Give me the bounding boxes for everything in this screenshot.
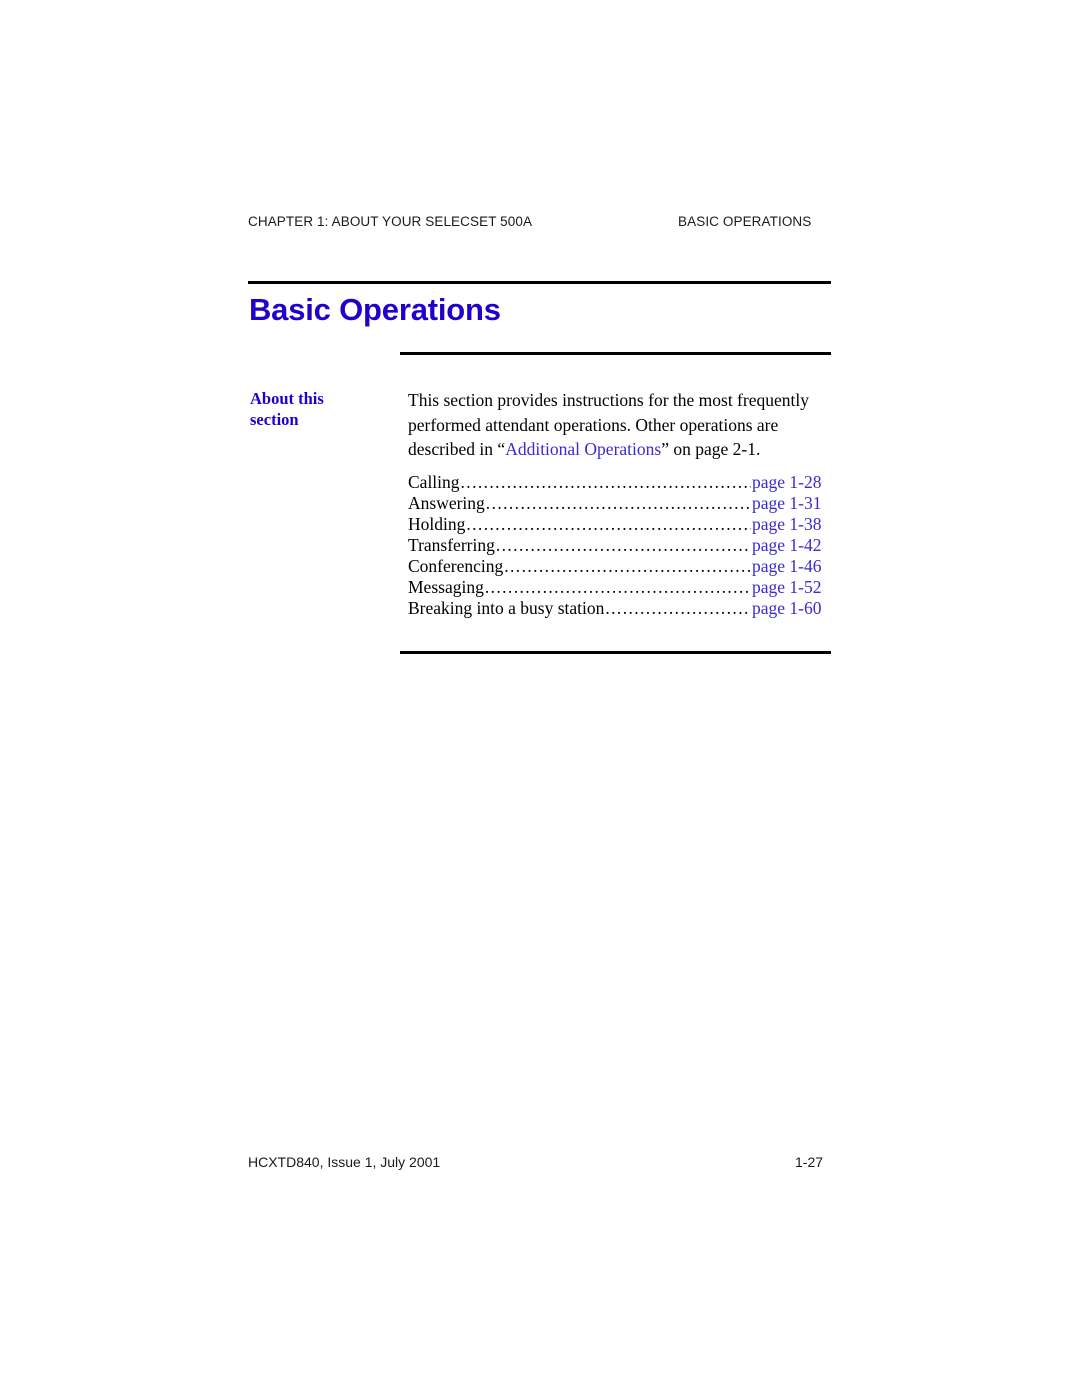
list-item[interactable]: Conferencing page 1-46 <box>408 556 828 577</box>
page-title: Basic Operations <box>249 292 501 327</box>
intro-paragraph: This section provides instructions for t… <box>408 388 833 462</box>
title-top-rule <box>248 281 831 284</box>
section-contents-list: Calling page 1-28 Answering page 1-31 Ho… <box>408 472 828 619</box>
intro-text-after-link: ” on page 2-1. <box>661 439 761 459</box>
side-label-line-1: About this <box>250 389 324 408</box>
toc-entry-label: Breaking into a busy station <box>408 598 605 618</box>
list-item[interactable]: Answering page 1-31 <box>408 493 828 514</box>
content-top-rule <box>400 352 831 355</box>
toc-entry-page[interactable]: page 1-42 <box>752 535 828 556</box>
toc-entry-label: Calling <box>408 472 460 492</box>
toc-entry-page[interactable]: page 1-28 <box>752 472 828 493</box>
toc-dot-leader <box>466 514 751 535</box>
toc-entry-page[interactable]: page 1-60 <box>752 598 828 619</box>
footer-page-number: 1-27 <box>795 1154 824 1170</box>
side-label-about-this-section: About this section <box>250 388 390 430</box>
toc-entry-label: Holding <box>408 514 466 534</box>
side-label-line-2: section <box>250 410 299 429</box>
toc-dot-leader <box>496 535 751 556</box>
toc-entry-label: Messaging <box>408 577 484 597</box>
document-page: CHAPTER 1: ABOUT YOUR SELECSET 500A BASI… <box>0 0 1080 1397</box>
content-bottom-rule <box>400 651 831 654</box>
toc-entry-label: Transferring <box>408 535 495 555</box>
toc-entry-label: Answering <box>408 493 485 513</box>
running-header-section: BASIC OPERATIONS <box>678 214 812 229</box>
running-header-chapter: CHAPTER 1: ABOUT YOUR SELECSET 500A <box>248 214 533 229</box>
footer-document-id: HCXTD840, Issue 1, July 2001 <box>248 1154 441 1170</box>
list-item[interactable]: Calling page 1-28 <box>408 472 828 493</box>
toc-dot-leader <box>504 556 751 577</box>
toc-dot-leader <box>485 577 751 598</box>
running-header: CHAPTER 1: ABOUT YOUR SELECSET 500A BASI… <box>248 214 832 236</box>
list-item[interactable]: Messaging page 1-52 <box>408 577 828 598</box>
list-item[interactable]: Breaking into a busy station page 1-60 <box>408 598 828 619</box>
additional-operations-link[interactable]: Additional Operations <box>505 439 661 459</box>
list-item[interactable]: Transferring page 1-42 <box>408 535 828 556</box>
list-item[interactable]: Holding page 1-38 <box>408 514 828 535</box>
toc-entry-page[interactable]: page 1-31 <box>752 493 828 514</box>
toc-dot-leader <box>486 493 751 514</box>
toc-entry-page[interactable]: page 1-46 <box>752 556 828 577</box>
toc-entry-label: Conferencing <box>408 556 504 576</box>
toc-entry-page[interactable]: page 1-52 <box>752 577 828 598</box>
toc-entry-page[interactable]: page 1-38 <box>752 514 828 535</box>
page-footer: HCXTD840, Issue 1, July 2001 1-27 <box>248 1154 832 1176</box>
toc-dot-leader <box>461 472 751 493</box>
toc-dot-leader <box>605 598 751 619</box>
